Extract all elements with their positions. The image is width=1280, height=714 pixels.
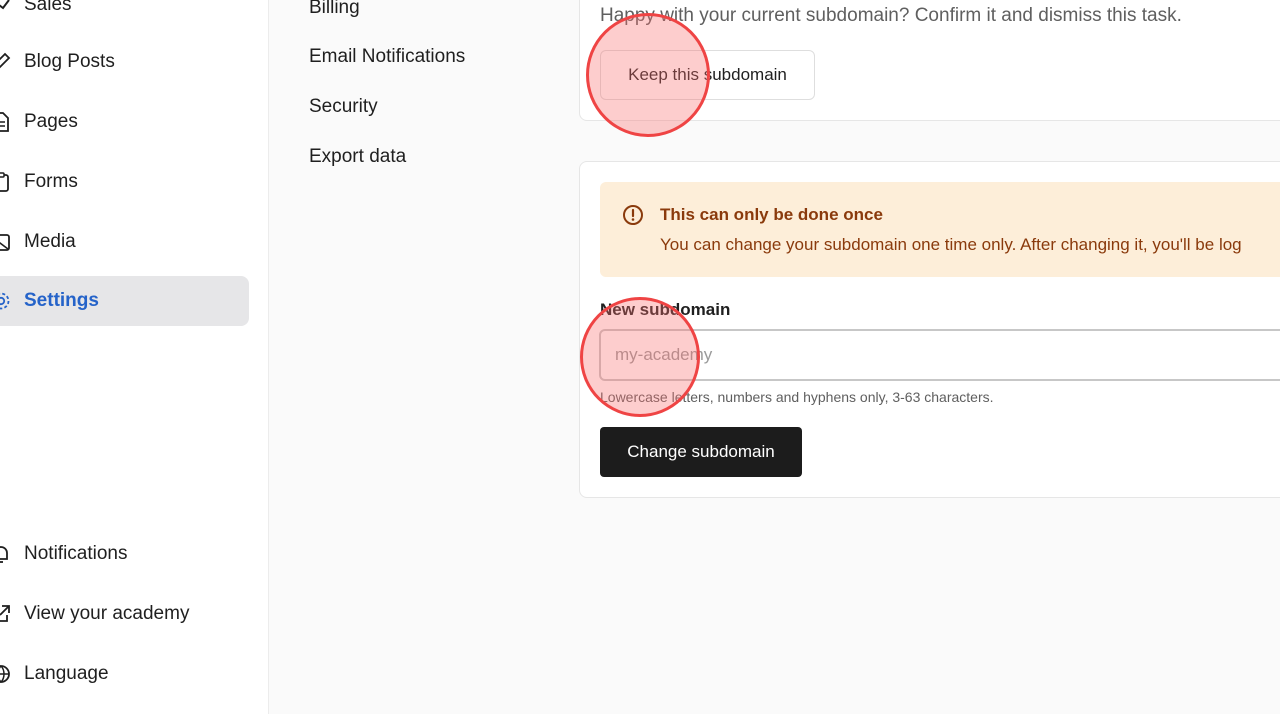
bell-icon [0,543,12,565]
sidebar-item-blog-posts[interactable]: Blog Posts [0,37,249,87]
sidebar-item-forms[interactable]: Forms [0,157,249,207]
settings-menu-export-data[interactable]: Export data [309,146,406,168]
sidebar-item-sales[interactable]: Sales [0,0,249,30]
sidebar-item-label: Settings [24,290,99,311]
warning-title: This can only be done once [660,205,883,224]
gear-icon [0,290,12,312]
click-highlight-marker [580,297,700,417]
external-link-icon [0,603,12,625]
sidebar-item-label: Language [24,663,109,684]
warning-alert: This can only be done once You can chang… [600,182,1280,277]
page-icon [0,111,12,133]
sidebar-item-label: Blog Posts [24,51,115,72]
settings-menu-security[interactable]: Security [309,96,378,118]
sidebar-item-language[interactable]: Language [0,649,249,699]
sidebar-item-label: Notifications [24,543,128,564]
sidebar-item-label: Media [24,231,76,252]
new-subdomain-input[interactable] [599,329,1280,381]
sidebar-item-notifications[interactable]: Notifications [0,529,249,579]
globe-icon [0,663,12,685]
click-highlight-marker [586,13,710,137]
change-subdomain-button[interactable]: Change subdomain [600,427,802,477]
sidebar-item-view-academy[interactable]: View your academy [0,589,249,639]
settings-menu-billing[interactable]: Billing [309,0,360,19]
warning-text: You can change your subdomain one time o… [660,235,1242,254]
image-icon [0,231,12,253]
sidebar-item-label: View your academy [24,603,190,624]
alert-circle-icon [621,203,645,227]
edit-icon [0,51,12,73]
sidebar-item-settings[interactable]: Settings [0,276,249,326]
settings-menu-email-notifications[interactable]: Email Notifications [309,46,465,68]
keep-subdomain-text: Happy with your current subdomain? Confi… [600,5,1182,26]
sidebar-item-label: Forms [24,171,78,192]
sales-icon [0,0,12,16]
sidebar-item-media[interactable]: Media [0,217,249,267]
sidebar-item-label: Pages [24,111,78,132]
sidebar-item-label: Sales [24,0,72,15]
sidebar-item-pages[interactable]: Pages [0,97,249,147]
sidebar: Sales Blog Posts Pages Forms Media Setti… [0,0,269,714]
clipboard-icon [0,171,12,193]
